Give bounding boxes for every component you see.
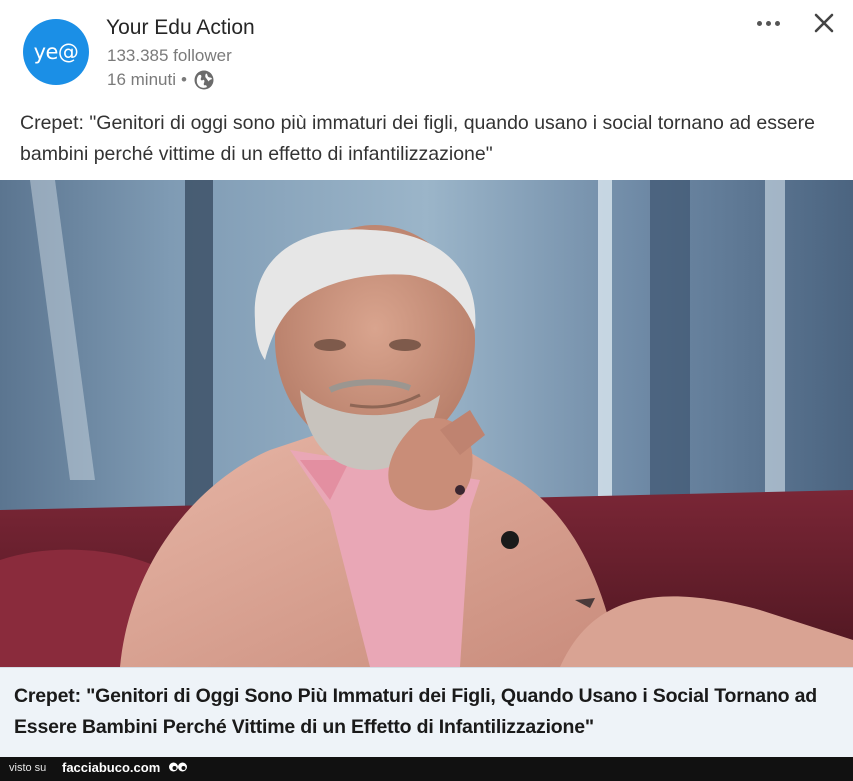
post-meta: 16 minuti • bbox=[107, 69, 215, 91]
link-title: Crepet: "Genitori di Oggi Sono Più Immat… bbox=[14, 685, 817, 738]
more-options-button[interactable] bbox=[752, 10, 784, 36]
link-preview-card[interactable]: Crepet: "Genitori di Oggi Sono Più Immat… bbox=[0, 667, 853, 757]
visto-su-label: visto su bbox=[9, 762, 47, 774]
eyes-icon bbox=[169, 762, 187, 772]
avatar-text: ye@ bbox=[33, 40, 79, 64]
post-time: 16 minuti bbox=[107, 70, 176, 89]
post-text: Crepet: "Genitori di oggi sono più immat… bbox=[20, 112, 815, 165]
follower-count: 133.385 follower bbox=[107, 46, 232, 65]
linkedin-post: ye@ Your Edu Action 133.385 follower 16 … bbox=[0, 0, 853, 757]
globe-icon bbox=[193, 69, 215, 91]
author-avatar[interactable]: ye@ bbox=[23, 19, 89, 85]
close-button[interactable] bbox=[810, 9, 838, 37]
site-name: facciabuco.com bbox=[62, 760, 161, 775]
more-dot bbox=[765, 20, 771, 26]
more-horizontal-icon bbox=[756, 20, 762, 26]
more-dot bbox=[774, 20, 780, 26]
article-photo bbox=[0, 180, 853, 667]
close-icon bbox=[814, 13, 834, 33]
article-image[interactable] bbox=[0, 180, 853, 667]
meta-separator: • bbox=[180, 70, 187, 89]
post-header: ye@ Your Edu Action 133.385 follower 16 … bbox=[0, 0, 853, 100]
author-name[interactable]: Your Edu Action bbox=[106, 16, 255, 40]
watermark-footer: visto su facciabuco.com bbox=[0, 757, 853, 781]
